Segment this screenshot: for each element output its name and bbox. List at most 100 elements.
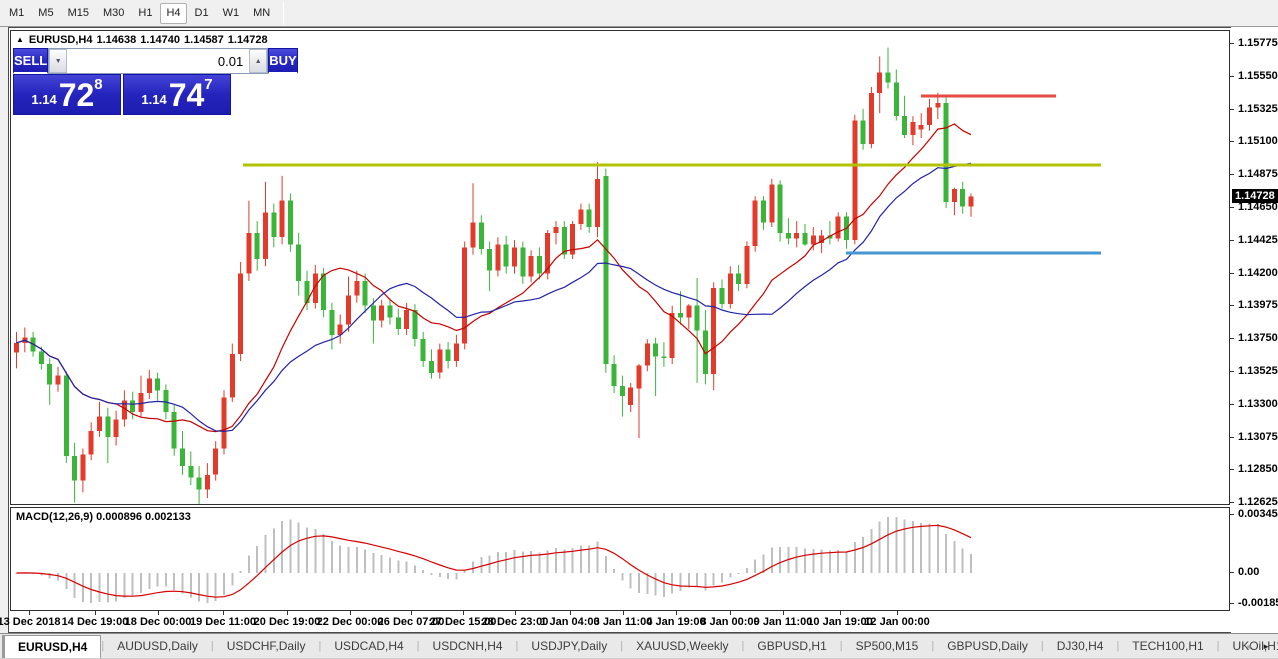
- chart-tab-USDJPY-Daily[interactable]: USDJPY,Daily: [518, 634, 620, 658]
- time-tick-label: 1 Jan 04:00: [540, 616, 599, 628]
- macd-indicator-label: MACD(12,26,9) 0.000896 0.002133: [16, 511, 191, 523]
- buy-price-pip: 7: [204, 76, 212, 93]
- chart-tab-EURUSD-H4[interactable]: EURUSD,H4: [4, 635, 101, 658]
- price-tick: [1230, 305, 1234, 306]
- buy-price-big: 74: [169, 80, 205, 110]
- time-tick: [515, 611, 516, 615]
- macd-axis-label: -0.001851: [1238, 597, 1278, 609]
- timeframe-button-M15[interactable]: M15: [62, 3, 95, 24]
- price-tick-label: 1.13300: [1238, 398, 1278, 410]
- toolbar-separator: [283, 2, 284, 25]
- timeframe-button-H4[interactable]: H4: [160, 3, 186, 24]
- buy-price-prefix: 1.14: [141, 92, 166, 107]
- price-tick: [1230, 109, 1234, 110]
- timeframe-button-MN[interactable]: MN: [247, 3, 276, 24]
- sell-price-pip: 8: [94, 76, 102, 93]
- timeframe-button-M30[interactable]: M30: [97, 3, 130, 24]
- price-tick-label: 1.14875: [1238, 168, 1278, 180]
- ohlc-header: ▲EURUSD,H41.146381.147401.145871.14728: [16, 34, 272, 46]
- price-tick-label: 1.12625: [1238, 496, 1278, 508]
- symbol-label: EURUSD,H4: [29, 34, 93, 46]
- buy-price-display[interactable]: 1.14 74 7: [123, 74, 231, 115]
- time-tick: [623, 611, 624, 615]
- price-tick-label: 1.15325: [1238, 103, 1278, 115]
- tab-scroll-right-icon[interactable]: ►: [1257, 642, 1275, 651]
- buy-button[interactable]: BUY: [268, 48, 297, 74]
- chart-tab-SP500-M15[interactable]: SP500,M15: [843, 634, 932, 658]
- price-tick: [1230, 502, 1234, 503]
- chart-tab-GBPUSD-H1[interactable]: GBPUSD,H1: [744, 634, 839, 658]
- high-value: 1.14740: [140, 34, 180, 46]
- price-tick-label: 1.13075: [1238, 431, 1278, 443]
- timeframe-button-D1[interactable]: D1: [189, 3, 215, 24]
- price-tick: [1230, 371, 1234, 372]
- time-tick: [287, 611, 288, 615]
- price-tick: [1230, 338, 1234, 339]
- time-tick-label: 10 Jan 19:00: [807, 616, 872, 628]
- macd-canvas[interactable]: [11, 508, 1229, 610]
- time-tick-label: 14 Dec 19:00: [62, 616, 129, 628]
- price-tick: [1230, 174, 1234, 175]
- timeframe-button-M1[interactable]: M1: [3, 3, 30, 24]
- macd-signal-line: [17, 525, 972, 597]
- time-tick-label: 19 Dec 11:00: [190, 616, 256, 628]
- open-value: 1.14638: [97, 34, 137, 46]
- time-tick-label: 18 Dec 00:00: [125, 616, 192, 628]
- macd-axis-tick: [1230, 514, 1234, 515]
- macd-axis-label: 0.003452: [1238, 508, 1278, 520]
- time-tick: [411, 611, 412, 615]
- tab-scroll-left-icon[interactable]: ◄: [1239, 642, 1257, 651]
- price-tick: [1230, 240, 1234, 241]
- time-tick-label: 4 Jan 19:00: [646, 616, 705, 628]
- chart-tab-USDCAD-H4[interactable]: USDCAD,H4: [321, 634, 416, 658]
- price-tick: [1230, 469, 1234, 470]
- time-tick: [463, 611, 464, 615]
- time-tick: [730, 611, 731, 615]
- chart-tab-AUDUSD-Daily[interactable]: AUDUSD,Daily: [104, 634, 211, 658]
- time-tick: [223, 611, 224, 615]
- timeframe-button-H1[interactable]: H1: [132, 3, 158, 24]
- volume-stepper: ▼ ▲: [48, 48, 268, 74]
- timeframe-button-M5[interactable]: M5: [32, 3, 59, 24]
- ma-slow-line: [17, 163, 972, 431]
- timeframe-toolbar: M1M5M15M30H1H4D1W1MN: [0, 0, 1278, 27]
- price-tick-label: 1.14200: [1238, 267, 1278, 279]
- price-tick-label: 1.14650: [1238, 201, 1278, 213]
- price-tick: [1230, 404, 1234, 405]
- time-tick: [158, 611, 159, 615]
- sell-button[interactable]: SELL: [13, 48, 48, 74]
- sell-price-display[interactable]: 1.14 72 8: [13, 74, 121, 115]
- chart-tab-USDCHF-Daily[interactable]: USDCHF,Daily: [214, 634, 319, 658]
- chart-tab-USDCNH-H4[interactable]: USDCNH,H4: [420, 634, 516, 658]
- volume-input[interactable]: [67, 49, 249, 73]
- chart-tab-GBPUSD-Daily[interactable]: GBPUSD,Daily: [934, 634, 1041, 658]
- low-value: 1.14587: [184, 34, 224, 46]
- macd-pane[interactable]: MACD(12,26,9) 0.000896 0.002133: [10, 507, 1230, 611]
- time-tick-label: 13 Dec 2018: [0, 616, 61, 628]
- tab-scroll-arrows: ◄ ►: [1239, 633, 1275, 659]
- price-axis[interactable]: 1.14728 1.157751.155501.153251.151001.14…: [1231, 27, 1278, 633]
- price-tick: [1230, 273, 1234, 274]
- time-axis[interactable]: 13 Dec 201814 Dec 19:0018 Dec 00:0019 De…: [10, 611, 1231, 632]
- price-tick-label: 1.13975: [1238, 299, 1278, 311]
- price-tick-label: 1.15775: [1238, 37, 1278, 49]
- timeframe-button-W1[interactable]: W1: [217, 3, 246, 24]
- price-tick-label: 1.15100: [1238, 135, 1278, 147]
- price-tick: [1230, 207, 1234, 208]
- time-tick-label: 28 Dec 23:00: [482, 616, 549, 628]
- volume-decrease-button[interactable]: ▼: [49, 49, 67, 73]
- chart-tab-XAUUSD-Weekly[interactable]: XAUUSD,Weekly: [623, 634, 741, 658]
- chart-tab-DJ30-H4[interactable]: DJ30,H4: [1044, 634, 1117, 658]
- main-chart-pane[interactable]: ▲EURUSD,H41.146381.147401.145871.14728 S…: [10, 30, 1230, 505]
- price-tick-label: 1.15550: [1238, 70, 1278, 82]
- price-tick: [1230, 43, 1234, 44]
- time-tick: [29, 611, 30, 615]
- time-tick: [350, 611, 351, 615]
- mt4-window: M1M5M15M30H1H4D1W1MN ▲EURUSD,H41.146381.…: [0, 0, 1278, 659]
- volume-increase-button[interactable]: ▲: [249, 49, 267, 73]
- time-tick-label: 8 Jan 00:00: [700, 616, 759, 628]
- chart-tab-TECH100-H1[interactable]: TECH100,H1: [1119, 634, 1216, 658]
- chart-tabs-bar: EURUSD,H4|AUDUSD,Daily|USDCHF,Daily|USDC…: [0, 633, 1278, 659]
- macd-axis-label: 0.00: [1238, 566, 1259, 578]
- time-tick-label: 22 Dec 00:00: [317, 616, 384, 628]
